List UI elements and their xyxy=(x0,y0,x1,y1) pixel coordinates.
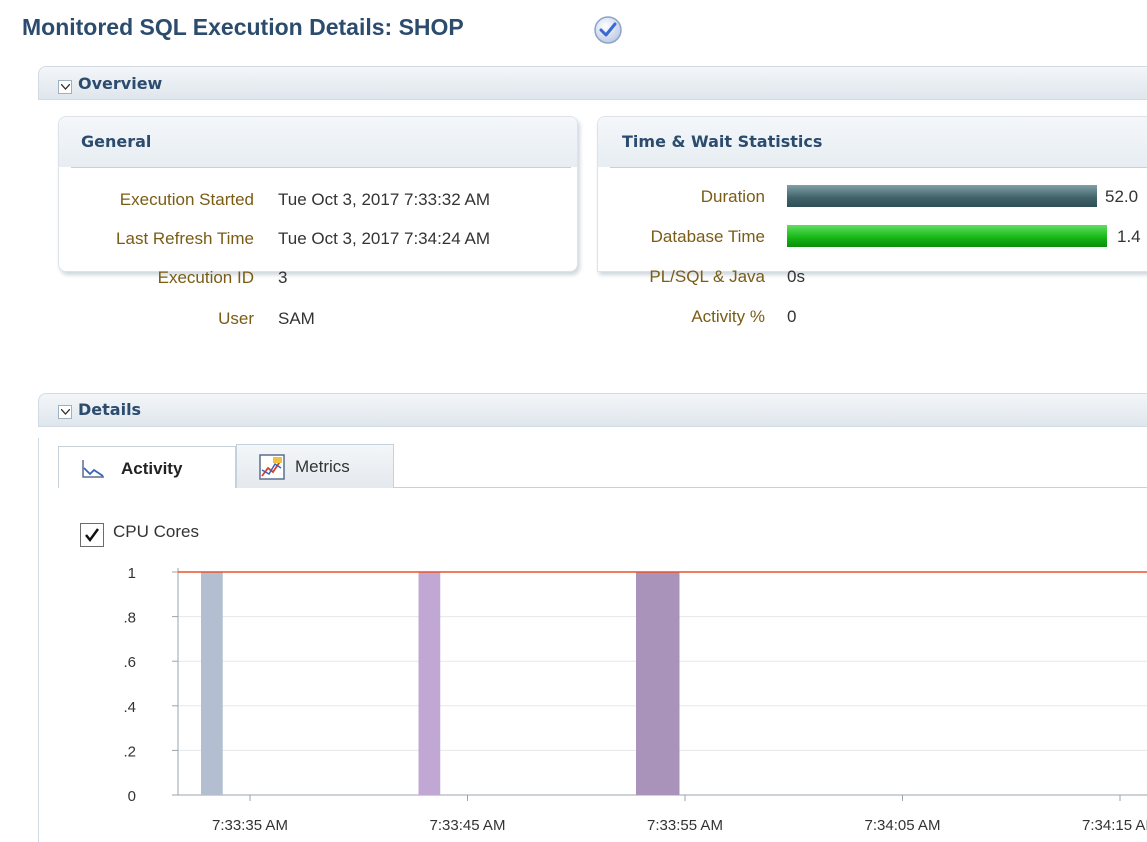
y-tick-label: 1 xyxy=(128,565,136,582)
y-tick-label: .4 xyxy=(123,699,136,716)
x-tick-label: 7:33:35 AM xyxy=(212,817,288,834)
y-tick-label: .2 xyxy=(123,743,136,760)
x-tick-label: 7:34:05 AM xyxy=(865,817,941,834)
activity-bar-1 xyxy=(201,572,223,795)
y-tick-label: .8 xyxy=(123,610,136,627)
activity-bar-3 xyxy=(636,572,680,795)
x-tick-label: 7:34:15 AM xyxy=(1082,817,1147,834)
x-tick-label: 7:33:55 AM xyxy=(647,817,723,834)
activity-chart: 0 .2 .4 .6 .8 1 7:33:35 AM 7:33:45 AM 7:33:55 AM… xyxy=(123,565,1147,834)
y-tick-label: .6 xyxy=(123,654,136,671)
x-tick-label: 7:33:45 AM xyxy=(430,817,506,834)
activity-bar-2 xyxy=(418,572,441,795)
y-tick-label: 0 xyxy=(128,788,136,805)
